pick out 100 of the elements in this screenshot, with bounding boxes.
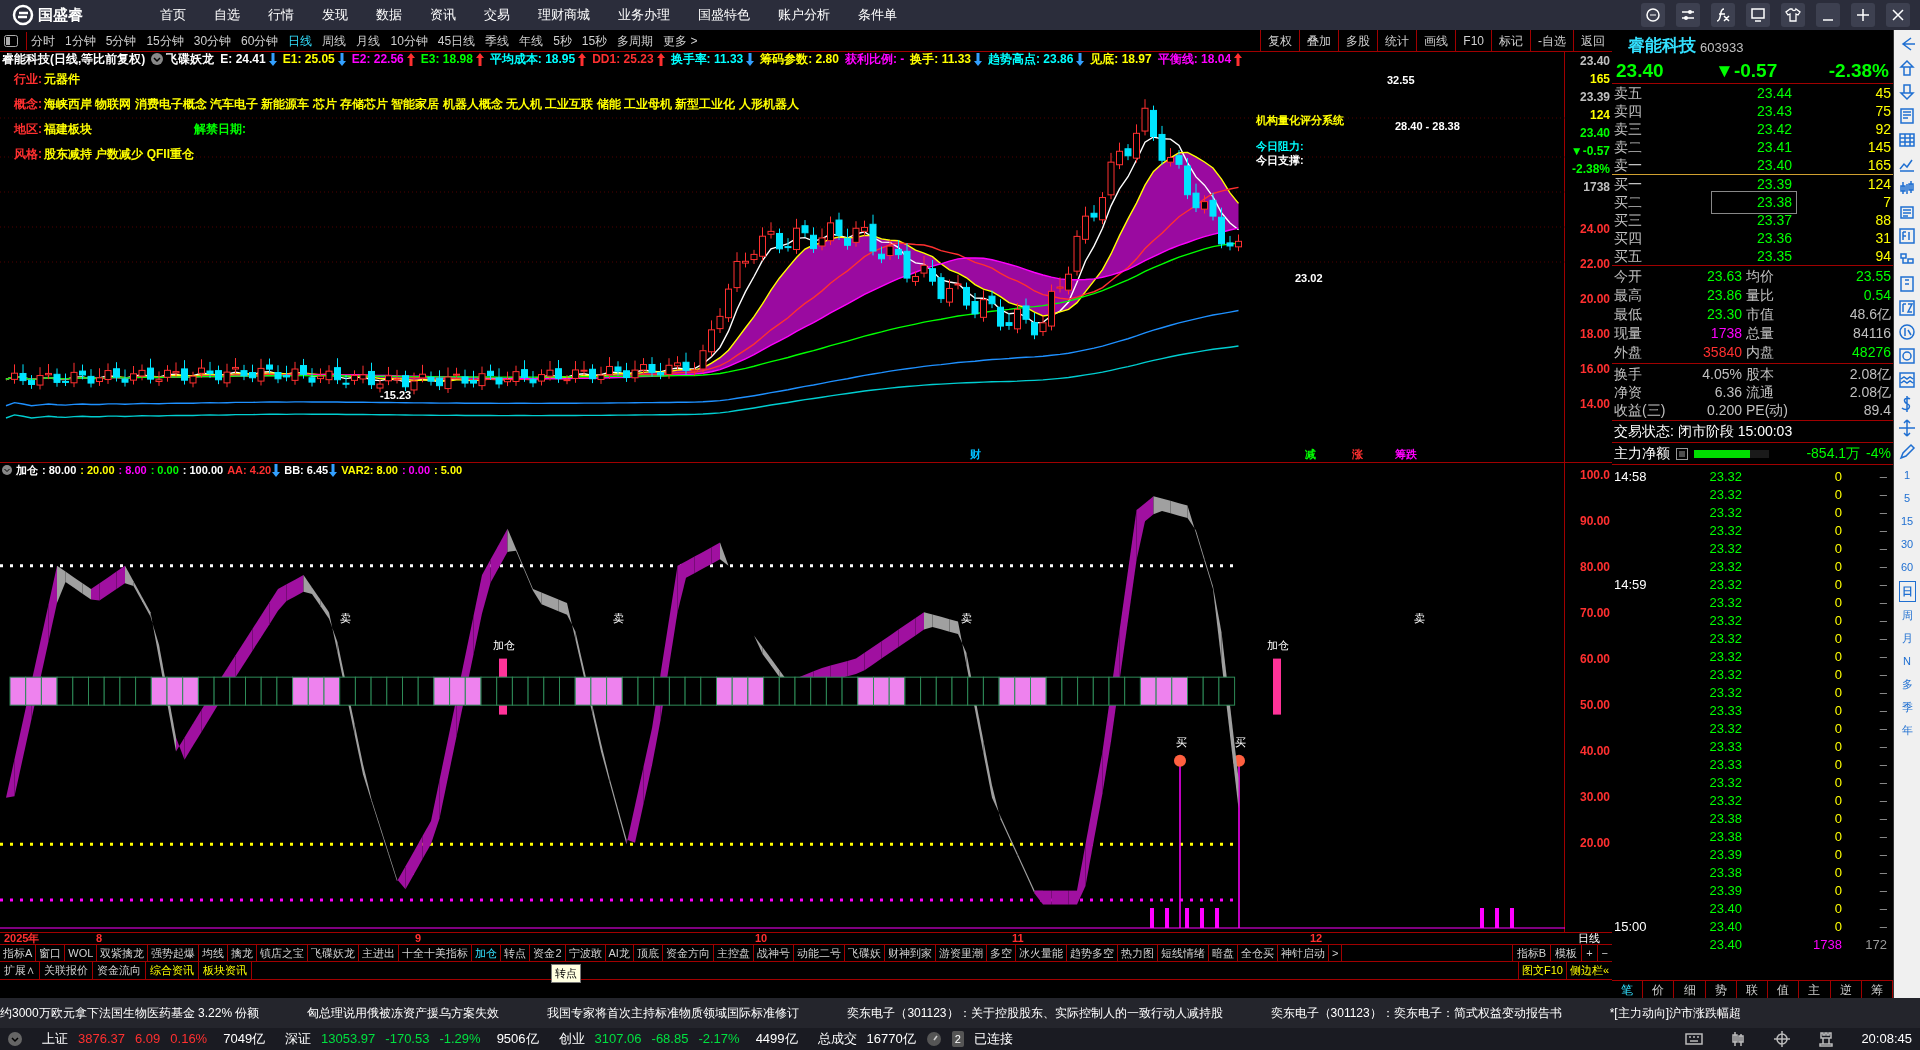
toolbar-button[interactable]: 复权 (1260, 30, 1300, 51)
period-button[interactable]: 1 (1901, 466, 1913, 485)
period-tab[interactable]: 分时 (31, 31, 55, 50)
close-icon[interactable] (1886, 3, 1910, 27)
period-tab[interactable]: 季线 (485, 31, 510, 50)
info-tab[interactable]: 图文F10 (1517, 962, 1566, 979)
menu-item[interactable]: 资讯 (422, 5, 464, 25)
shirt-icon[interactable] (1781, 3, 1805, 27)
toolbar-button[interactable]: 统计 (1377, 30, 1417, 51)
indicator-tab[interactable]: 趋势多空 (1066, 945, 1118, 961)
indicator-tab[interactable]: 主进出 (359, 945, 400, 961)
news-headline[interactable]: 匈总理说用俄被冻资产援乌方案失效 (307, 1004, 500, 1022)
info-tab[interactable]: 关联报价 (40, 962, 93, 979)
indicator-tab[interactable]: 战神号 (753, 945, 794, 961)
keyboard-icon[interactable] (1685, 1030, 1704, 1048)
indicator-tab[interactable]: 擒龙 (228, 945, 258, 961)
menu-item[interactable]: 首页 (152, 5, 194, 25)
indicator-tab[interactable]: 冰火量能 (1015, 945, 1067, 961)
news-headline[interactable]: 奕东电子（301123）：关于控股股东、实际控制人的一致行动人减持股 (847, 1004, 1223, 1022)
period-tab[interactable]: 年线 (519, 31, 544, 50)
news-headline[interactable]: 我国专家将首次主持标准物质领域国际标准修订 (547, 1004, 800, 1022)
period-tab[interactable]: 5秒 (553, 31, 572, 50)
indicator-tab[interactable]: 飞碟妖 (844, 945, 885, 961)
f12-icon[interactable] (1897, 298, 1917, 318)
notebook-icon[interactable] (1897, 274, 1917, 294)
period-button[interactable]: 15 (1898, 512, 1916, 531)
menu-item[interactable]: 国盛特色 (690, 5, 758, 25)
indicator-tab[interactable]: 镇店之宝 (257, 945, 309, 961)
indicator-tab[interactable]: 强势起爆 (148, 945, 200, 961)
toolbar-button[interactable]: 画线 (1416, 30, 1456, 51)
period-button[interactable]: 日 (1898, 581, 1916, 602)
period-tab[interactable]: 多周期 (617, 31, 654, 50)
toolbar-button[interactable]: 返回 (1573, 30, 1612, 51)
period-button[interactable]: 多 (1899, 675, 1915, 694)
indicator-tab[interactable]: AI龙 (605, 945, 634, 961)
news-headline[interactable]: 约3000万欧元拿下法国生物医药基金 3.22% 份额 (0, 1004, 260, 1022)
period-button[interactable]: 5 (1901, 489, 1913, 508)
indicator-tab[interactable]: + (1581, 945, 1597, 961)
menu-item[interactable]: 业务办理 (610, 5, 678, 25)
period-tab[interactable]: 15分钟 (146, 31, 184, 50)
indicator-tab[interactable]: WOL (65, 945, 98, 961)
indicator-tab[interactable]: 指标B (1511, 945, 1551, 961)
period-button[interactable]: 季 (1899, 698, 1915, 717)
menu-item[interactable]: 自选 (206, 5, 248, 25)
period-tab[interactable]: 45日线 (437, 31, 476, 50)
indicator-tab[interactable]: 热力图 (1117, 945, 1158, 961)
toolbar-button[interactable]: F10 (1455, 30, 1491, 51)
chevron-down-icon[interactable] (2, 465, 12, 475)
period-button[interactable]: 周 (1899, 606, 1915, 625)
indicator-tab[interactable]: 加仓 (472, 945, 502, 961)
pencil-icon[interactable] (1897, 442, 1917, 462)
menu-item[interactable]: 交易 (476, 5, 518, 25)
sidebar-toggle-icon[interactable] (4, 34, 18, 47)
info-tab[interactable]: 板块资讯 (199, 962, 252, 979)
indicator-tab[interactable]: 飞碟妖龙 (308, 945, 360, 961)
period-tab[interactable]: 更多 > (663, 31, 698, 50)
toolbar-button[interactable]: -自选 (1530, 30, 1573, 51)
info-tab[interactable]: 综合资讯 (146, 962, 199, 979)
period-button[interactable]: N (1901, 652, 1913, 671)
chess-icon[interactable] (1817, 1030, 1836, 1048)
chevron-down-icon[interactable] (8, 1032, 22, 1046)
news-headline[interactable]: 奕东电子（301123）：奕东电子：简式权益变动报告书 (1270, 1004, 1562, 1022)
indicator-tab[interactable]: 模板 (1550, 945, 1582, 961)
indicator-tab[interactable]: 短线情绪 (1157, 945, 1209, 961)
f10-icon[interactable] (1897, 226, 1917, 246)
menu-item[interactable]: 账户分析 (770, 5, 838, 25)
menu-item[interactable]: 条件单 (850, 5, 905, 25)
arrow-down-icon[interactable] (1897, 82, 1917, 102)
crosshair-icon[interactable] (1773, 1030, 1792, 1048)
toolbar-button[interactable]: 多股 (1338, 30, 1378, 51)
info-tab[interactable]: 侧边栏« (1565, 962, 1612, 979)
menu-item[interactable]: 理财商城 (530, 5, 598, 25)
indicator-tab[interactable]: 窗口 (36, 945, 66, 961)
indicator-selector[interactable]: 飞碟妖龙 (151, 50, 215, 68)
period-tab[interactable]: 月线 (356, 31, 381, 50)
table-icon[interactable] (1897, 130, 1917, 150)
indicator-tab[interactable]: 游资里潮 (935, 945, 987, 961)
news-headline[interactable]: *[主力动向]沪市涨跌幅超 (1609, 1004, 1742, 1022)
info-tab[interactable]: 扩展∧ (0, 962, 40, 979)
arrow-up-icon[interactable] (1897, 58, 1917, 78)
indicator-tab[interactable]: 财神到家 (884, 945, 936, 961)
toolbar-button[interactable]: 标记 (1491, 30, 1530, 51)
period-tab[interactable]: 日线 (288, 31, 313, 50)
list-icon[interactable] (1676, 447, 1688, 460)
indicator-tab[interactable]: 主控盘 (713, 945, 754, 961)
formula-icon[interactable] (1711, 3, 1735, 27)
menu-item[interactable]: 数据 (368, 5, 410, 25)
period-button[interactable]: 60 (1898, 558, 1916, 577)
restore-icon[interactable] (1851, 3, 1875, 27)
indicator-tab[interactable]: − (1596, 945, 1612, 961)
period-tab[interactable]: 10分钟 (390, 31, 428, 50)
indicator-tab[interactable]: 动能二号 (793, 945, 845, 961)
period-tab[interactable]: 1分钟 (65, 31, 96, 50)
indicator-tab[interactable]: 双紫擒龙 (97, 945, 149, 961)
indicator-tab[interactable]: 神针启动 (1277, 945, 1329, 961)
period-tab[interactable]: 周线 (322, 31, 347, 50)
indicator-tab[interactable]: 多空 (986, 945, 1016, 961)
period-tab[interactable]: 60分钟 (241, 31, 279, 50)
period-tab[interactable]: 30分钟 (193, 31, 232, 50)
indicator-tab[interactable]: 指标A (0, 945, 37, 961)
